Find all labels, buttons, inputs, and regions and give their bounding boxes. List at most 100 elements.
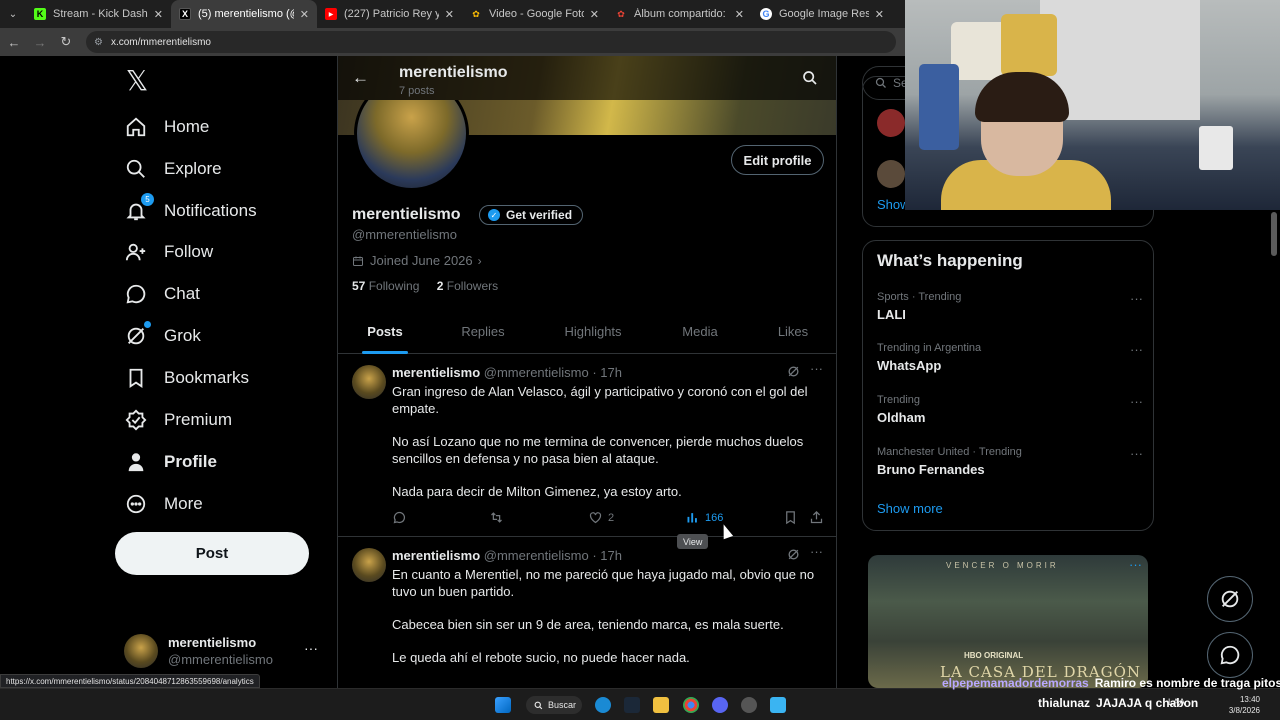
tab-replies[interactable]: Replies [432,308,534,354]
start-windows-icon[interactable] [495,697,511,713]
close-tab-icon[interactable]: ✕ [445,8,454,21]
chrome-icon[interactable] [683,697,699,713]
page-scrollbar[interactable] [1271,212,1277,256]
trend-item[interactable]: Manchester United · Trending Bruno Ferna… [877,446,1143,477]
forward-arrow-icon[interactable]: → [28,28,52,56]
nav-item-grok[interactable]: Grok [124,316,201,356]
following-link[interactable]: 57 Following [352,279,419,293]
site-info-icon[interactable]: ⚙ [94,37,103,48]
tweet-more-icon[interactable]: ··· [810,361,823,376]
tab-likes[interactable]: Likes [748,308,836,354]
back-arrow-icon[interactable]: ← [352,68,369,88]
avatar[interactable] [877,109,905,137]
chat-icon [1220,645,1240,665]
nav-item-follow[interactable]: Follow [124,232,213,272]
browser-tab-active[interactable]: X (5) merentielismo (@mmere ✕ [171,0,317,28]
search-icon [124,157,148,181]
profile-handle: @mmerentielismo [352,227,457,242]
trend-more-icon[interactable]: ··· [1130,342,1143,357]
nav-item-chat[interactable]: Chat [124,274,200,314]
close-tab-icon[interactable]: ✕ [875,8,884,21]
bell-icon: 5 [124,193,154,223]
nav-item-bookmarks[interactable]: Bookmarks [124,358,249,398]
show-more-link[interactable]: Show more [877,501,943,516]
trend-more-icon[interactable]: ··· [1130,291,1143,306]
browser-tab[interactable]: ✿ Álbum compartido: Hector ✕ [607,0,752,28]
close-tab-icon[interactable]: ✕ [590,8,599,21]
share-button[interactable] [809,510,824,525]
close-tab-icon[interactable]: ✕ [154,8,163,21]
browser-tab[interactable]: K Stream - Kick Dashboard ✕ [26,0,171,28]
search-icon [875,77,886,88]
tab-highlights[interactable]: Highlights [534,308,652,354]
close-tab-icon[interactable]: ✕ [300,8,309,21]
system-clock[interactable]: 13:40 3/8/2026 [1229,694,1260,716]
followers-link[interactable]: 2 Followers [437,279,498,293]
tab-media[interactable]: Media [652,308,748,354]
tweet[interactable]: merentielismo @mmerentielismo · 17h ··· … [338,355,836,549]
ad-more-icon[interactable]: ··· [1129,557,1142,572]
like-button[interactable]: 2 [588,510,614,525]
nav-item-more[interactable]: More [124,484,203,524]
nav-item-home[interactable]: Home [124,107,209,147]
views-button[interactable]: 166 [685,510,723,525]
discord-icon[interactable] [712,697,728,713]
avatar[interactable] [877,160,905,188]
active-tab-underline [362,351,408,354]
bookmark-button[interactable] [783,510,798,525]
nav-item-notifications[interactable]: 5 Notifications [124,191,257,231]
tab-posts[interactable]: Posts [338,308,432,354]
tweet[interactable]: merentielismo @mmerentielismo · 17h ··· … [338,538,836,688]
browser-tab[interactable]: ✿ Video - Google Fotos ✕ [462,0,607,28]
tweet-more-icon[interactable]: ··· [810,544,823,559]
trend-item[interactable]: Trending Oldham ··· [877,394,1143,425]
notepad-icon[interactable] [770,697,786,713]
address-bar[interactable]: ⚙ x.com/mmerentielismo [86,31,896,53]
home-icon [124,115,148,139]
reload-icon[interactable]: ↻ [54,28,78,56]
messages-fab-button[interactable] [1207,632,1253,678]
repost-button[interactable] [489,510,504,525]
trend-more-icon[interactable]: ··· [1130,394,1143,409]
taskbar-search[interactable]: Buscar [526,696,582,714]
search-icon[interactable] [802,70,818,86]
tweet-author-name[interactable]: merentielismo [392,365,480,380]
avatar[interactable] [352,548,386,582]
trend-item[interactable]: Trending in Argentina WhatsApp ··· [877,342,1143,373]
account-more-icon[interactable]: ··· [304,640,318,656]
nav-item-premium[interactable]: Premium [124,400,232,440]
browser-tab[interactable]: ▶ (227) Patricio Rey y sus Redo ✕ [317,0,462,28]
tweet-text: Gran ingreso de Alan Velasco, ágil y par… [392,384,808,499]
heart-icon [589,512,602,524]
profile-avatar[interactable] [354,100,469,190]
edit-profile-button[interactable]: Edit profile [731,145,824,175]
search-icon [534,701,543,709]
close-tab-icon[interactable]: ✕ [735,8,744,21]
grok-icon[interactable] [787,365,800,378]
tweet-actions: 2 166 [392,510,828,528]
repost-icon [491,512,502,523]
avatar[interactable] [352,365,386,399]
account-switcher[interactable]: merentielismo @mmerentielismo ··· [124,628,324,674]
browser-tab[interactable]: G Google Image Result ✕ [752,0,892,28]
steam-icon[interactable] [624,697,640,713]
reply-button[interactable] [392,510,407,525]
edge-icon[interactable] [595,697,611,713]
x-logo-icon[interactable]: 𝕏 [122,66,152,96]
trend-item[interactable]: Sports · Trending LALI ··· [877,291,1143,322]
promoted-ad-image[interactable]: VENCER O MORIR ··· HBO ORIGINAL LA CASA … [868,555,1148,688]
grok-icon [124,321,151,348]
joined-date[interactable]: Joined June 2026 › [352,253,482,268]
get-verified-button[interactable]: ✓ Get verified [479,205,584,225]
nav-item-explore[interactable]: Explore [124,149,222,189]
nav-item-profile[interactable]: Profile [124,442,217,482]
tab-search-chevron-icon[interactable]: ⌄ [0,0,26,28]
obs-icon[interactable] [741,697,757,713]
post-button[interactable]: Post [115,532,309,575]
trend-more-icon[interactable]: ··· [1130,446,1143,461]
file-explorer-icon[interactable] [653,697,669,713]
tweet-author-name[interactable]: merentielismo [392,548,480,563]
back-arrow-icon[interactable]: ← [2,28,26,56]
grok-fab-button[interactable] [1207,576,1253,622]
grok-icon[interactable] [787,548,800,561]
